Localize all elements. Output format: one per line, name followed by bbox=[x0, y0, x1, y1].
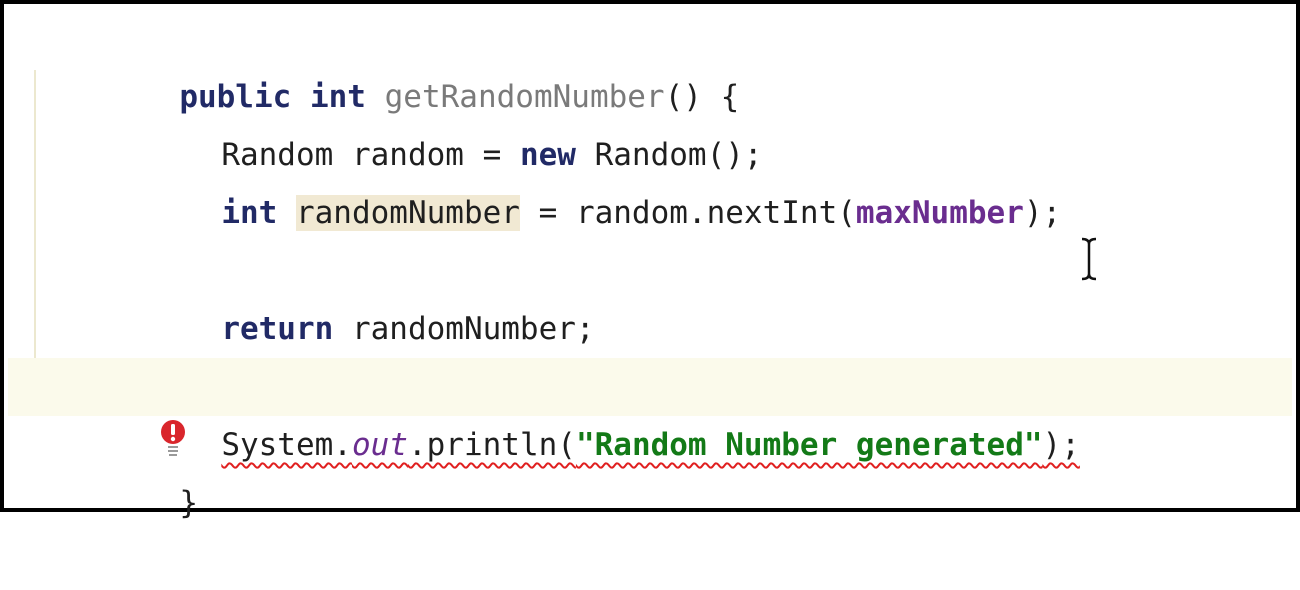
code-line-random-number[interactable]: int randomNumber = random.nextInt(maxNum… bbox=[8, 126, 1292, 231]
closing-brace: } bbox=[179, 485, 198, 521]
code-line-closing-brace[interactable]: } bbox=[8, 416, 1292, 521]
code-line-blank[interactable] bbox=[8, 300, 1292, 358]
code-line-method-signature[interactable]: public int getRandomNumber() { bbox=[8, 10, 1292, 115]
code-editor[interactable]: public int getRandomNumber() { Random ra… bbox=[8, 8, 1292, 521]
editor-frame: public int getRandomNumber() { Random ra… bbox=[0, 0, 1300, 521]
code-line-random-declaration[interactable]: Random random = new Random(); bbox=[8, 68, 1292, 173]
text-cursor-icon bbox=[1076, 236, 1102, 282]
code-line-blank[interactable] bbox=[8, 184, 1292, 242]
code-line-println-error[interactable]: System.out.println("Random Number genera… bbox=[8, 358, 1292, 463]
error-bulb-icon[interactable] bbox=[10, 360, 186, 456]
